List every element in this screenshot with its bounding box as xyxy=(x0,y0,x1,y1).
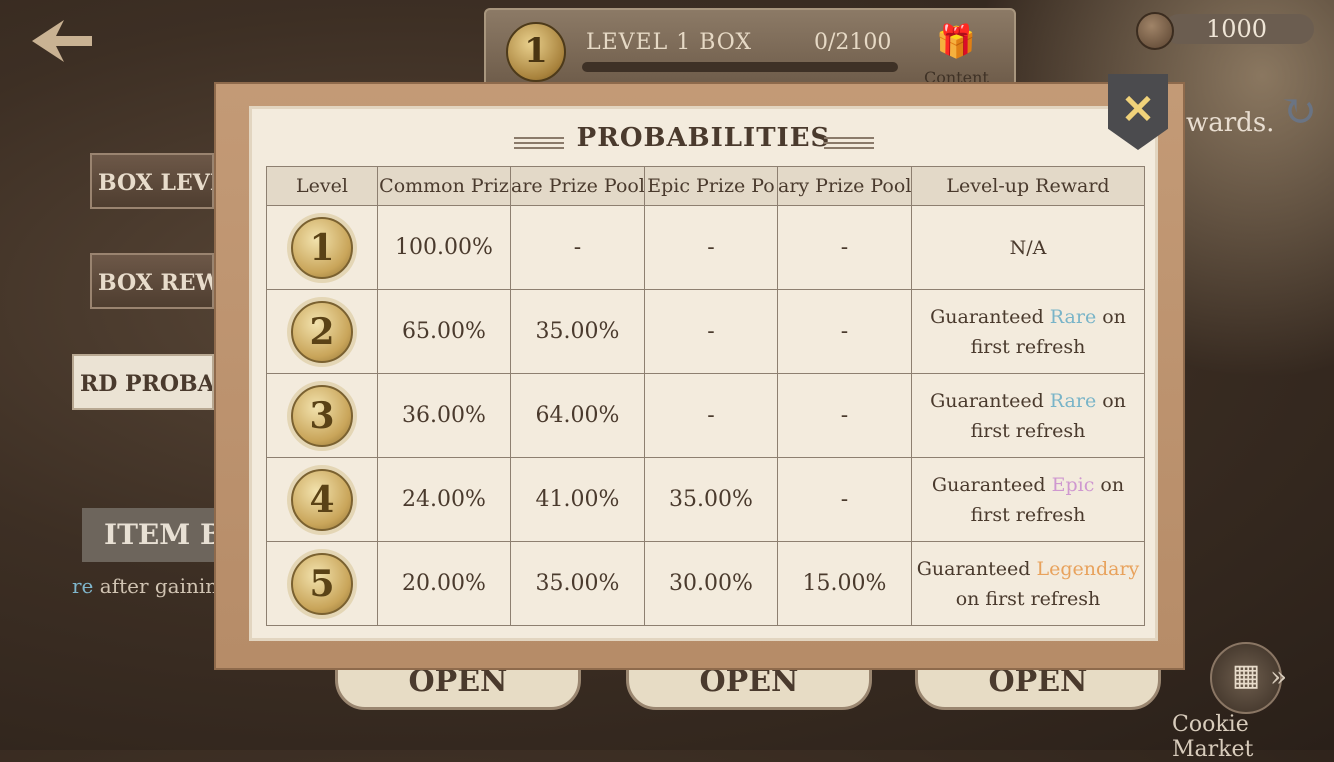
legendary-probability-cell: 15.00% xyxy=(777,541,912,626)
level-cell: 5 xyxy=(266,541,378,626)
rare-probability-cell: 64.00% xyxy=(510,373,645,458)
level-up-reward-cell: Guaranteed Epic on first refresh xyxy=(911,457,1145,542)
refresh-icon[interactable]: ↻ xyxy=(1280,86,1317,137)
level-up-reward-cell: Guaranteed Rare on first refresh xyxy=(911,373,1145,458)
epic-probability-cell: 35.00% xyxy=(644,457,778,542)
reward-line-2: first refresh xyxy=(970,419,1086,442)
table-row: 1 100.00% - - - N/A xyxy=(266,205,1145,290)
reward-tier: Epic xyxy=(1051,473,1095,496)
gift-icon[interactable]: 🎁 xyxy=(936,22,976,62)
tab-box-level[interactable]: BOX LEVE xyxy=(90,153,214,209)
reward-suffix: on xyxy=(1096,305,1126,328)
box-progress-bar xyxy=(582,62,898,72)
common-probability-cell: 24.00% xyxy=(377,457,511,542)
reward-prefix: Guaranteed xyxy=(930,389,1050,412)
reward-tier: Rare xyxy=(1049,305,1097,328)
legendary-probability-cell: - xyxy=(777,205,912,290)
rare-probability-cell: - xyxy=(510,205,645,290)
column-header-level: Level xyxy=(266,166,378,206)
legendary-probability-cell: - xyxy=(777,289,912,374)
table-row: 4 24.00% 41.00% 35.00% - Guaranteed Epic on fi… xyxy=(266,457,1145,542)
level-coin-icon: 3 xyxy=(291,384,353,447)
level-coin-icon: 4 xyxy=(291,468,353,531)
table-header-row: Level Common Priz are Prize Pool Epic Pr… xyxy=(266,166,1145,206)
coin-icon xyxy=(1136,12,1174,50)
box-progress-text: 0/2100 xyxy=(814,30,892,55)
rare-probability-cell: 35.00% xyxy=(510,541,645,626)
modal-paper: PROBABILITIES Level Common Priz are Priz… xyxy=(249,106,1158,641)
column-header-legendary: ary Prize Pool xyxy=(777,166,912,206)
reward-line-1: Guaranteed Rare on xyxy=(913,386,1144,416)
close-icon[interactable]: ✕ xyxy=(1108,86,1168,133)
reward-prefix: Guaranteed xyxy=(931,473,1052,496)
reward-suffix: on xyxy=(1094,473,1125,496)
box-header: 1 LEVEL 1 BOX 0/2100 🎁 Content xyxy=(484,8,1016,90)
common-probability-cell: 65.00% xyxy=(377,289,511,374)
level-cell: 2 xyxy=(266,289,378,374)
table-row: 3 36.00% 64.00% - - Guaranteed Rare on first r… xyxy=(266,373,1145,458)
reward-prefix: N/A xyxy=(1009,236,1047,259)
level-coin-icon: 5 xyxy=(291,552,353,615)
currency-display: 1000 xyxy=(1136,12,1314,50)
reward-line-2: first refresh xyxy=(970,503,1086,526)
tab-card-probability[interactable]: RD PROBA xyxy=(72,354,214,410)
level-badge: 1 xyxy=(506,22,566,82)
epic-probability-cell: - xyxy=(644,289,778,374)
back-arrow-icon[interactable] xyxy=(30,18,94,64)
common-probability-cell: 20.00% xyxy=(377,541,511,626)
probability-table: Level Common Priz are Prize Pool Epic Pr… xyxy=(266,166,1145,626)
reward-line-2: first refresh xyxy=(970,335,1086,358)
reward-line-1: N/A xyxy=(913,233,1144,263)
rare-probability-cell: 35.00% xyxy=(510,289,645,374)
reward-tier: Legendary xyxy=(1036,557,1140,580)
level-coin-icon: 1 xyxy=(291,216,353,279)
level-cell: 4 xyxy=(266,457,378,542)
rare-probability-cell: 41.00% xyxy=(510,457,645,542)
column-header-common: Common Priz xyxy=(377,166,511,206)
level-coin-icon: 2 xyxy=(291,300,353,363)
reward-line-1: Guaranteed Epic on xyxy=(913,470,1144,500)
market-arrow-icon: » xyxy=(1270,660,1288,693)
common-probability-cell: 100.00% xyxy=(377,205,511,290)
reward-prefix: Guaranteed xyxy=(916,557,1037,580)
cookie-market-label[interactable]: Cookie Market xyxy=(1172,712,1334,762)
column-header-reward: Level-up Reward xyxy=(911,166,1145,206)
item-hint-accent: re xyxy=(72,574,94,598)
modal-title: PROBABILITIES xyxy=(576,123,831,153)
reward-tier: Rare xyxy=(1049,389,1097,412)
probabilities-modal: PROBABILITIES Level Common Priz are Priz… xyxy=(214,82,1185,670)
epic-probability-cell: - xyxy=(644,205,778,290)
reward-line-1: Guaranteed Legendary xyxy=(913,554,1144,584)
column-header-epic: Epic Prize Po xyxy=(644,166,778,206)
item-box-tab[interactable]: ITEM BO xyxy=(82,508,232,562)
item-hint-rest: after gaining xyxy=(93,574,222,598)
table-row: 5 20.00% 35.00% 30.00% 15.00% Guaranteed Lege… xyxy=(266,541,1145,626)
legendary-probability-cell: - xyxy=(777,373,912,458)
tab-box-rewards[interactable]: BOX REW xyxy=(90,253,214,309)
level-up-reward-cell: N/A xyxy=(911,205,1145,290)
level-up-reward-cell: Guaranteed Legendary on first refresh xyxy=(911,541,1145,626)
currency-value: 1000 xyxy=(1206,15,1268,43)
level-cell: 3 xyxy=(266,373,378,458)
epic-probability-cell: 30.00% xyxy=(644,541,778,626)
table-row: 2 65.00% 35.00% - - Guaranteed Rare on first r… xyxy=(266,289,1145,374)
title-deco-right xyxy=(824,137,874,151)
reward-line-1: Guaranteed Rare on xyxy=(913,302,1144,332)
item-hint-text: re after gaining xyxy=(72,574,222,598)
level-cell: 1 xyxy=(266,205,378,290)
reward-prefix: Guaranteed xyxy=(930,305,1050,328)
box-title: LEVEL 1 BOX xyxy=(586,30,753,55)
rewards-text: wards. xyxy=(1186,108,1275,138)
column-header-rare: are Prize Pool xyxy=(510,166,645,206)
epic-probability-cell: - xyxy=(644,373,778,458)
reward-suffix: on xyxy=(1096,389,1126,412)
reward-line-2: on first refresh xyxy=(955,587,1101,610)
legendary-probability-cell: - xyxy=(777,457,912,542)
common-probability-cell: 36.00% xyxy=(377,373,511,458)
level-up-reward-cell: Guaranteed Rare on first refresh xyxy=(911,289,1145,374)
